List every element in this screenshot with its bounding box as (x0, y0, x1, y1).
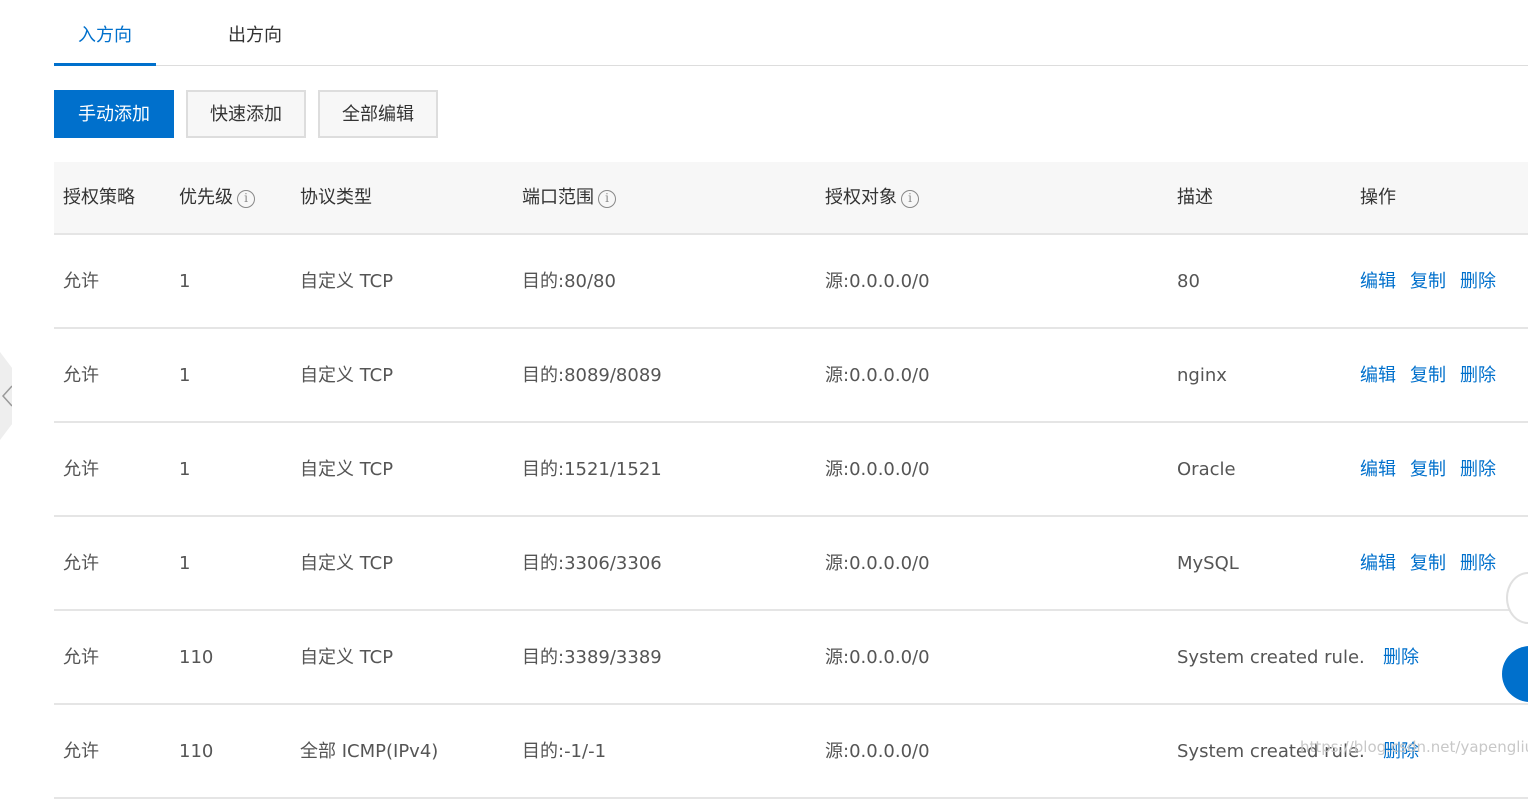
direction-tabs: 入方向 出方向 (54, 0, 1528, 66)
cell-port-range: 目的:-1/-1 (522, 741, 607, 762)
security-rules-table: 授权策略 优先级 i 协议类型 端口范围 i 授权对象 i 描述 操作 允许 1 自定… (54, 162, 1528, 799)
cell-actions: 编辑 复制 删除 (1360, 329, 1510, 421)
cell-port-range: 目的:8089/8089 (522, 365, 662, 386)
edit-link[interactable]: 编辑 (1360, 271, 1396, 292)
cell-source: 源:0.0.0.0/0 (825, 741, 930, 762)
info-icon[interactable]: i (237, 190, 255, 208)
cell-protocol: 全部 ICMP(IPv4) (300, 741, 439, 762)
copy-link[interactable]: 复制 (1410, 271, 1446, 292)
edit-link[interactable]: 编辑 (1360, 459, 1396, 480)
cell-policy: 允许 (63, 647, 99, 668)
cell-source: 源:0.0.0.0/0 (825, 647, 930, 668)
table-row: 允许 110 自定义 TCP 目的:3389/3389 源:0.0.0.0/0 … (54, 611, 1528, 705)
cell-description: nginx (1177, 365, 1227, 386)
quick-add-button[interactable]: 快速添加 (186, 90, 306, 138)
tab-outbound[interactable]: 出方向 (204, 0, 306, 66)
cell-protocol: 自定义 TCP (300, 365, 394, 386)
cell-source: 源:0.0.0.0/0 (825, 553, 930, 574)
cell-port-range: 目的:80/80 (522, 271, 616, 292)
delete-link[interactable]: 删除 (1460, 553, 1496, 574)
cell-port-range: 目的:1521/1521 (522, 459, 662, 480)
delete-link[interactable]: 删除 (1460, 271, 1496, 292)
cell-actions: 编辑 复制 删除 (1360, 235, 1510, 327)
cell-port-range: 目的:3389/3389 (522, 647, 662, 668)
manual-add-button[interactable]: 手动添加 (54, 90, 174, 138)
cell-description: 80 (1177, 271, 1200, 292)
cell-description: System created rule. (1177, 647, 1365, 668)
cell-description: MySQL (1177, 553, 1239, 574)
watermark: https://blog.csdn.net/yapengliu (1300, 738, 1528, 756)
header-protocol: 协议类型 (300, 187, 372, 208)
info-icon[interactable]: i (598, 190, 616, 208)
tab-inbound[interactable]: 入方向 (54, 0, 156, 66)
table-row: 允许 1 自定义 TCP 目的:1521/1521 源:0.0.0.0/0 Or… (54, 423, 1528, 517)
chevron-left-icon (1, 385, 12, 407)
table-row: 允许 1 自定义 TCP 目的:3306/3306 源:0.0.0.0/0 My… (54, 517, 1528, 611)
info-icon[interactable]: i (901, 190, 919, 208)
cell-port-range: 目的:3306/3306 (522, 553, 662, 574)
side-panel-collapse-handle[interactable] (0, 352, 12, 440)
cell-actions: 编辑 复制 删除 (1360, 517, 1510, 609)
cell-priority: 1 (179, 365, 191, 386)
copy-link[interactable]: 复制 (1410, 553, 1446, 574)
cell-actions: 删除 (1360, 611, 1433, 703)
edit-all-button[interactable]: 全部编辑 (318, 90, 438, 138)
cell-priority: 1 (179, 553, 191, 574)
cell-policy: 允许 (63, 459, 99, 480)
cell-source: 源:0.0.0.0/0 (825, 365, 930, 386)
cell-policy: 允许 (63, 271, 99, 292)
cell-source: 源:0.0.0.0/0 (825, 459, 930, 480)
header-priority: 优先级 i (179, 162, 255, 235)
cell-protocol: 自定义 TCP (300, 647, 394, 668)
table-row: 允许 1 自定义 TCP 目的:8089/8089 源:0.0.0.0/0 ng… (54, 329, 1528, 423)
cell-priority: 1 (179, 271, 191, 292)
copy-link[interactable]: 复制 (1410, 459, 1446, 480)
header-source: 授权对象 i (825, 162, 919, 235)
cell-source: 源:0.0.0.0/0 (825, 271, 930, 292)
header-policy: 授权策略 (63, 187, 135, 208)
delete-link[interactable]: 删除 (1383, 647, 1419, 668)
cell-priority: 110 (179, 741, 214, 762)
table-header: 授权策略 优先级 i 协议类型 端口范围 i 授权对象 i 描述 操作 (54, 162, 1528, 235)
header-description: 描述 (1177, 187, 1213, 208)
cell-description: Oracle (1177, 459, 1236, 480)
table-row: 允许 1 自定义 TCP 目的:80/80 源:0.0.0.0/0 80 编辑复… (54, 235, 1528, 329)
header-actions: 操作 (1360, 187, 1396, 208)
cell-policy: 允许 (63, 741, 99, 762)
cell-priority: 110 (179, 647, 214, 668)
cell-protocol: 自定义 TCP (300, 459, 394, 480)
cell-priority: 1 (179, 459, 191, 480)
delete-link[interactable]: 删除 (1460, 459, 1496, 480)
delete-link[interactable]: 删除 (1460, 365, 1496, 386)
cell-policy: 允许 (63, 553, 99, 574)
cell-protocol: 自定义 TCP (300, 271, 394, 292)
copy-link[interactable]: 复制 (1410, 365, 1446, 386)
cell-protocol: 自定义 TCP (300, 553, 394, 574)
header-port-range: 端口范围 i (522, 162, 616, 235)
edit-link[interactable]: 编辑 (1360, 553, 1396, 574)
cell-actions: 编辑 复制 删除 (1360, 423, 1510, 515)
cell-policy: 允许 (63, 365, 99, 386)
edit-link[interactable]: 编辑 (1360, 365, 1396, 386)
